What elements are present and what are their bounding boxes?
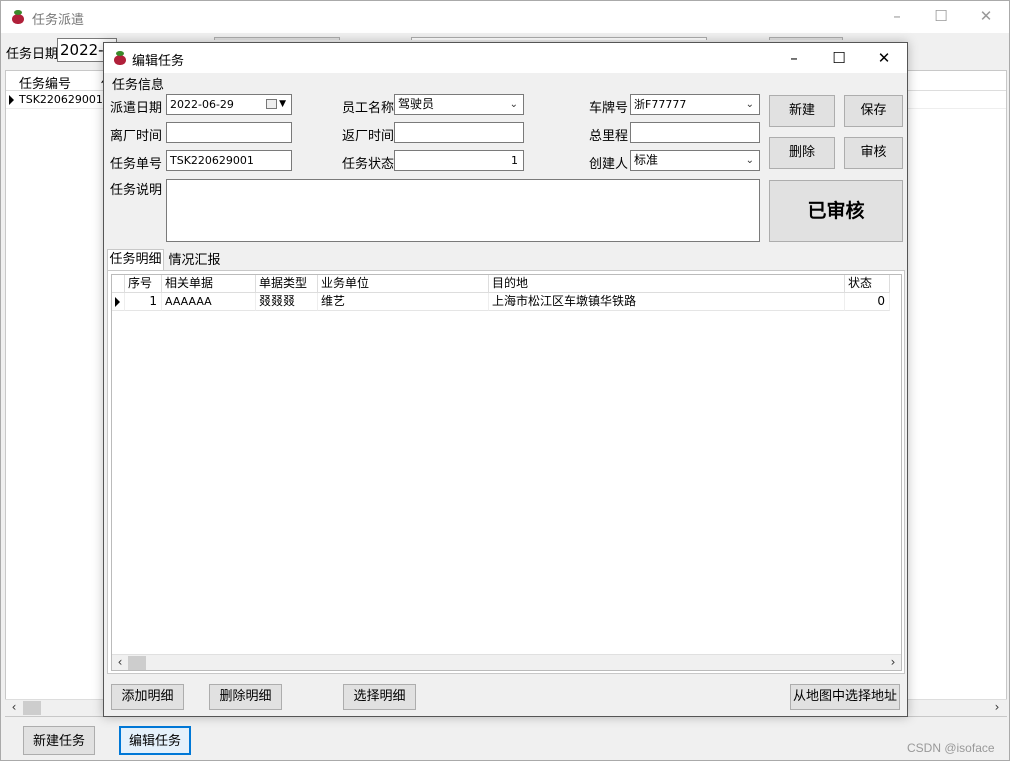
dialog-titlebar: 编辑任务 – ☐ ✕ [104, 43, 907, 73]
dialog-maximize-icon[interactable]: ☐ [816, 43, 862, 73]
total-mileage-label: 总里程 [589, 129, 629, 144]
select-detail-button[interactable]: 选择明细 [343, 684, 416, 710]
toolbar-button-stub-2[interactable] [769, 37, 843, 40]
minimize-icon[interactable]: – [874, 1, 920, 31]
scroll-right-icon[interactable]: › [887, 655, 899, 670]
detail-grid-hscroll[interactable]: ‹ › [112, 654, 901, 670]
main-window-title: 任务派遣 [32, 13, 85, 28]
task-status-label: 任务状态 [342, 157, 395, 172]
scroll-right-icon[interactable]: › [990, 700, 1004, 715]
detail-grid[interactable]: 序号 相关单据 单据类型 业务单位 目的地 状态 1 AAAAAA 叕叕叕 维艺… [111, 274, 902, 671]
plate-no-combo[interactable]: 浙F77777 ⌄ [630, 94, 760, 115]
creator-combo[interactable]: 标准 ⌄ [630, 150, 760, 171]
plate-no-value: 浙F77777 [634, 98, 687, 111]
header-related-doc: 相关单据 [162, 275, 256, 293]
header-doc-type: 单据类型 [256, 275, 318, 293]
leave-time-input[interactable] [166, 122, 292, 143]
scroll-left-icon[interactable]: ‹ [7, 700, 21, 715]
dispatch-date-value: 2022-06-29 [170, 98, 234, 111]
raspberry-app-icon [11, 10, 25, 24]
header-task-no: 任务编号 [19, 77, 72, 92]
csdn-watermark: CSDN @isoface [907, 741, 995, 755]
task-detail-panel: 序号 相关单据 单据类型 业务单位 目的地 状态 1 AAAAAA 叕叕叕 维艺… [107, 270, 905, 674]
task-desc-label: 任务说明 [110, 183, 163, 198]
task-info-group-label: 任务信息 [112, 78, 165, 93]
task-order-no-label: 任务单号 [110, 157, 163, 172]
approved-status-panel: 已审核 [769, 180, 903, 242]
tab-status-report[interactable]: 情况汇报 [166, 251, 223, 271]
task-order-no-input[interactable]: TSK220629001 [166, 150, 292, 171]
dialog-minimize-icon[interactable]: – [771, 43, 817, 73]
doc-type-cell: 叕叕叕 [256, 293, 318, 311]
new-task-button[interactable]: 新建任务 [23, 726, 95, 755]
status-cell: 0 [845, 293, 890, 311]
chevron-down-icon: ⌄ [509, 99, 518, 110]
row-pointer-icon [9, 95, 14, 105]
total-mileage-input[interactable] [630, 122, 760, 143]
destination-cell: 上海市松江区车墩镇华铁路 [489, 293, 845, 311]
header-business-unit: 业务单位 [318, 275, 489, 293]
chevron-down-icon: ⌄ [745, 155, 754, 166]
task-no-cell: TSK220629001 [19, 93, 103, 106]
toolbar-button-stub[interactable] [214, 37, 340, 40]
pick-address-from-map-button[interactable]: 从地图中选择地址 [790, 684, 900, 710]
edit-task-button[interactable]: 编辑任务 [119, 726, 191, 755]
dialog-title: 编辑任务 [132, 54, 185, 69]
add-detail-button[interactable]: 添加明细 [111, 684, 184, 710]
dispatch-date-label: 派遣日期 [110, 101, 163, 116]
return-time-label: 返厂时间 [342, 129, 395, 144]
calendar-icon[interactable] [266, 99, 277, 109]
toolbar-field-stub[interactable] [411, 37, 707, 40]
employee-name-combo[interactable]: 驾驶员 ⌄ [394, 94, 524, 115]
creator-label: 创建人 [589, 157, 629, 172]
scroll-thumb[interactable] [128, 656, 146, 670]
dropdown-arrow-icon[interactable]: ▼ [279, 95, 286, 114]
row-indicator-header [112, 275, 125, 293]
plate-no-label: 车牌号 [589, 101, 629, 116]
main-titlebar: 任务派遣 – ☐ ✕ [1, 1, 1009, 33]
new-button[interactable]: 新建 [769, 95, 835, 127]
edit-task-dialog: 编辑任务 – ☐ ✕ 任务信息 派遣日期 2022-06-29 ▼ 员工名称 驾… [103, 42, 908, 717]
chevron-down-icon: ⌄ [745, 99, 754, 110]
approve-button[interactable]: 审核 [844, 137, 903, 169]
maximize-icon[interactable]: ☐ [918, 1, 964, 31]
table-row[interactable]: 1 AAAAAA 叕叕叕 维艺 上海市松江区车墩镇华铁路 0 [112, 293, 890, 311]
creator-value: 标准 [634, 153, 659, 167]
row-pointer-icon [115, 297, 120, 307]
scroll-thumb[interactable] [23, 701, 41, 715]
header-status: 状态 [845, 275, 890, 293]
tab-task-detail[interactable]: 任务明细 [107, 249, 164, 271]
leave-time-label: 离厂时间 [110, 129, 163, 144]
business-unit-cell: 维艺 [318, 293, 489, 311]
dispatch-date-picker[interactable]: 2022-06-29 ▼ [166, 94, 292, 115]
return-time-input[interactable] [394, 122, 524, 143]
dialog-close-icon[interactable]: ✕ [861, 43, 907, 73]
related-doc-cell: AAAAAA [162, 293, 256, 311]
row-indicator-cell [112, 293, 125, 311]
delete-button[interactable]: 删除 [769, 137, 835, 169]
task-status-input[interactable]: 1 [394, 150, 524, 171]
header-destination: 目的地 [489, 275, 845, 293]
header-seq: 序号 [125, 275, 162, 293]
save-button[interactable]: 保存 [844, 95, 903, 127]
employee-name-value: 驾驶员 [398, 97, 435, 111]
seq-cell: 1 [125, 293, 162, 311]
scroll-left-icon[interactable]: ‹ [114, 655, 126, 670]
delete-detail-button[interactable]: 删除明细 [209, 684, 282, 710]
employee-name-label: 员工名称 [342, 101, 395, 116]
task-desc-textarea[interactable] [166, 179, 760, 242]
task-date-label: 任务日期 [6, 47, 59, 62]
close-icon[interactable]: ✕ [963, 1, 1009, 31]
raspberry-app-icon [113, 51, 127, 65]
